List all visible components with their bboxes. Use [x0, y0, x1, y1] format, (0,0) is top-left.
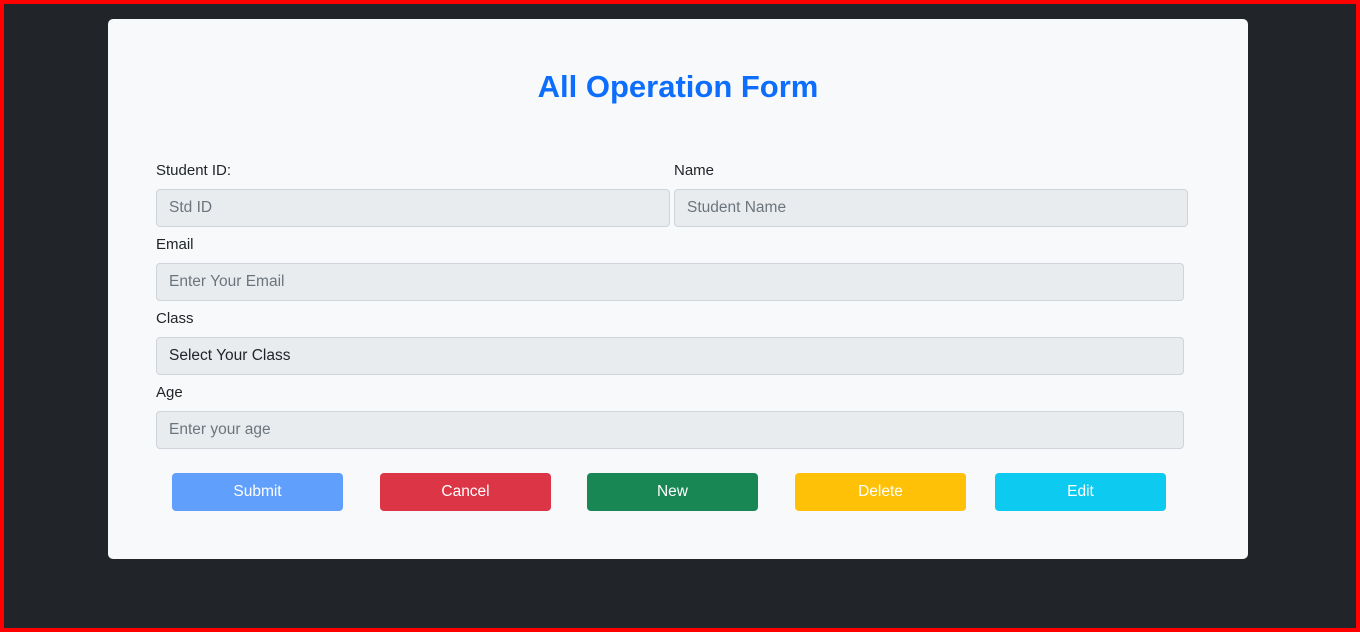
email-label: Email	[156, 236, 194, 253]
page-title: All Operation Form	[537, 69, 819, 104]
class-label: Class	[156, 310, 194, 327]
form-card: All Operation Form Student ID: Std ID Na…	[108, 19, 1248, 559]
class-select[interactable]: Select Your Class	[156, 337, 1184, 375]
student-id-label: Student ID:	[156, 162, 232, 179]
student-id-input[interactable]: Std ID	[156, 189, 670, 227]
age-input[interactable]: Enter your age	[156, 411, 1184, 449]
delete-button[interactable]: Delete	[795, 473, 966, 511]
new-button[interactable]: New	[587, 473, 758, 511]
edit-button[interactable]: Edit	[995, 473, 1166, 511]
name-input[interactable]: Student Name	[674, 189, 1188, 227]
submit-button[interactable]: Submit	[172, 473, 343, 511]
email-input[interactable]: Enter Your Email	[156, 263, 1184, 301]
cancel-button[interactable]: Cancel	[380, 473, 551, 511]
age-label: Age	[156, 384, 183, 401]
name-label: Name	[674, 162, 715, 179]
